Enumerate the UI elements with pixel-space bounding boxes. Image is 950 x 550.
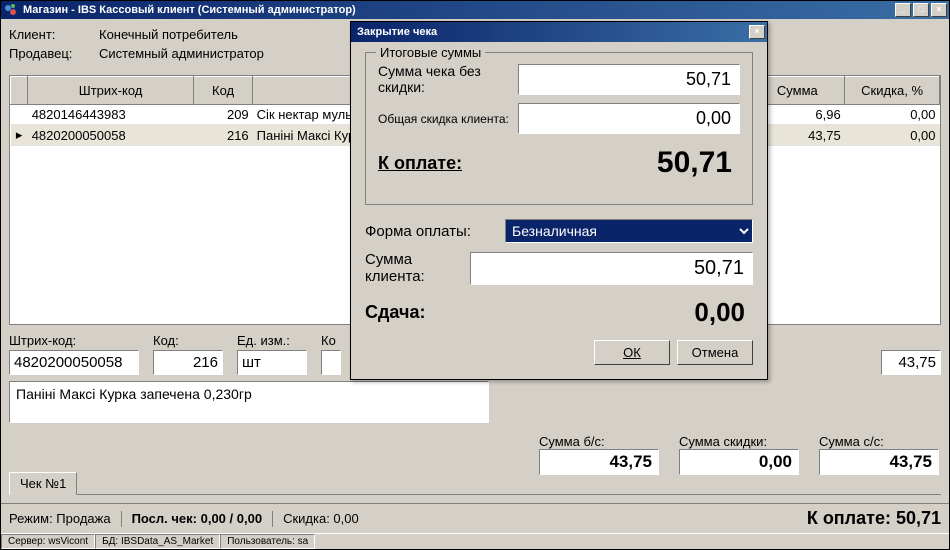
payform-label: Форма оплаты: — [365, 223, 505, 240]
sum-disc-value: 0,00 — [679, 449, 799, 475]
item-description: Паніні Максі Курка запечена 0,230гр — [9, 381, 489, 423]
client-disc-value: 0,00 — [518, 103, 740, 134]
cell-code: 209 — [193, 105, 252, 125]
price-input[interactable] — [881, 350, 941, 375]
status-mode: Режим: Продажа — [9, 511, 111, 526]
status-db: БД: IBSData_AS_Market — [95, 534, 220, 549]
cell-barcode: 4820146443983 — [28, 105, 194, 125]
sum-disc-label: Сумма скидки: — [679, 434, 799, 449]
main-title: Магазин - IBS Кассовый клиент (Системный… — [23, 4, 895, 16]
sum-nodisc-label: Сумма чека без скидки: — [378, 63, 518, 95]
cell-barcode: 4820200050058 — [28, 125, 194, 146]
barcode-input[interactable] — [9, 350, 139, 375]
status-bar-main: Режим: Продажа Посл. чек: 0,00 / 0,00 Ск… — [1, 503, 949, 533]
col-code[interactable]: Код — [193, 77, 252, 105]
main-titlebar: Магазин - IBS Кассовый клиент (Системный… — [1, 1, 949, 19]
maximize-button[interactable]: □ — [913, 3, 929, 17]
qty-input[interactable] — [321, 350, 341, 375]
tab-check[interactable]: Чек №1 — [9, 472, 77, 495]
col-marker — [11, 77, 28, 105]
status-discount: Скидка: 0,00 — [283, 511, 359, 526]
status-topay: К оплате: 50,71 — [807, 508, 941, 529]
client-value: Конечный потребитель — [99, 27, 238, 42]
col-barcode[interactable]: Штрих-код — [28, 77, 194, 105]
unit-input-label: Ед. изм.: — [237, 333, 307, 348]
dialog-titlebar: Закрытие чека × — [351, 22, 767, 42]
sum-wsk-label: Сумма с/с: — [819, 434, 939, 449]
sum-wsk-value: 43,75 — [819, 449, 939, 475]
payform-select[interactable]: Безналичная — [505, 219, 753, 243]
sum-nodisc-value: 50,71 — [518, 64, 740, 95]
cell-code: 216 — [193, 125, 252, 146]
dialog-close-button[interactable]: × — [749, 25, 765, 39]
status-last: Посл. чек: 0,00 / 0,00 — [132, 511, 263, 526]
code-input[interactable] — [153, 350, 223, 375]
topay-label: К оплате: — [378, 153, 518, 174]
client-disc-label: Общая скидка клиента: — [378, 112, 518, 126]
code-input-label: Код: — [153, 333, 223, 348]
barcode-input-label: Штрих-код: — [9, 333, 139, 348]
row-marker: ▸ — [11, 125, 28, 146]
qty-input-label: Ко — [321, 333, 341, 348]
row-marker — [11, 105, 28, 125]
sum-nosk-value: 43,75 — [539, 449, 659, 475]
dialog-title: Закрытие чека — [353, 26, 749, 38]
app-icon — [3, 2, 19, 18]
client-sum-label: Сумма клиента: — [365, 251, 470, 285]
seller-value: Системный администратор — [99, 46, 264, 61]
change-value: 0,00 — [505, 293, 753, 332]
status-bar-bottom: Сервер: wsVicont БД: IBSData_AS_Market П… — [1, 533, 949, 549]
status-server: Сервер: wsVicont — [1, 534, 95, 549]
seller-label: Продавец: — [9, 46, 99, 61]
col-discount[interactable]: Скидка, % — [845, 77, 940, 105]
cell-discount: 0,00 — [845, 125, 940, 146]
cell-discount: 0,00 — [845, 105, 940, 125]
status-user: Пользователь: sa — [220, 534, 315, 549]
change-label: Сдача: — [365, 302, 505, 323]
minimize-button[interactable]: _ — [895, 3, 911, 17]
ok-button[interactable]: ОК — [594, 340, 670, 365]
sum-nosk-label: Сумма б/с: — [539, 434, 659, 449]
topay-value: 50,71 — [518, 142, 740, 184]
close-button[interactable]: × — [931, 3, 947, 17]
totals-legend: Итоговые суммы — [376, 45, 485, 60]
totals-fieldset: Итоговые суммы Сумма чека без скидки: 50… — [365, 52, 753, 205]
client-label: Клиент: — [9, 27, 99, 42]
cancel-button[interactable]: Отмена — [677, 340, 753, 365]
price-input-label — [881, 333, 941, 348]
unit-input[interactable] — [237, 350, 307, 375]
close-check-dialog: Закрытие чека × Итоговые суммы Сумма чек… — [350, 21, 768, 380]
client-sum-input[interactable] — [470, 252, 753, 285]
